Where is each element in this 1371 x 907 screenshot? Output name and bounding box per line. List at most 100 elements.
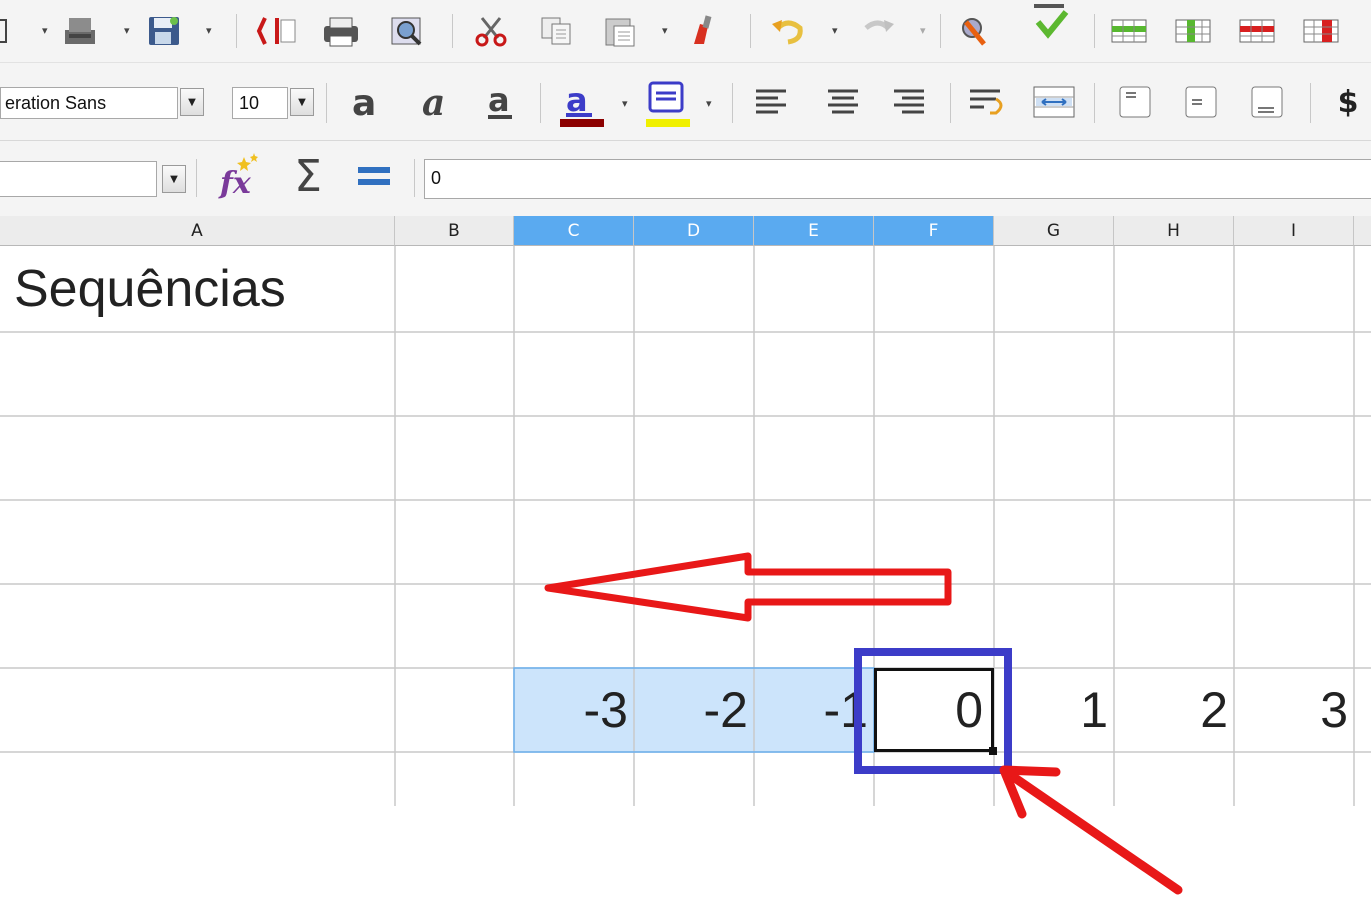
align-top-icon[interactable] <box>1112 81 1160 123</box>
font-size-value: 10 <box>239 93 260 113</box>
currency-icon[interactable]: $ <box>1330 81 1366 123</box>
separator <box>236 14 237 48</box>
undo-icon[interactable] <box>768 14 810 48</box>
column-label: B <box>448 220 460 241</box>
svg-text:a: a <box>352 83 376 123</box>
column-label: H <box>1167 220 1180 241</box>
column-label: A <box>191 220 203 241</box>
wrap-text-icon[interactable] <box>964 81 1012 123</box>
cell-c6[interactable]: -3 <box>514 668 634 752</box>
separator <box>540 83 541 123</box>
redo-icon[interactable] <box>856 14 898 48</box>
svg-text:a: a <box>422 82 445 123</box>
fill-handle[interactable] <box>989 747 997 755</box>
column-header-f[interactable]: F <box>874 216 994 246</box>
column-header-j[interactable] <box>1354 216 1371 246</box>
standard-toolbar: ▾ ▾ ▾ ▾ ▾ ▾ <box>0 0 1371 62</box>
paste-dropdown-arrow[interactable]: ▾ <box>662 24 668 37</box>
column-header-i[interactable]: I <box>1234 216 1354 246</box>
spelling-icon[interactable] <box>954 14 996 48</box>
column-label: D <box>686 220 701 241</box>
cell-h6[interactable]: 2 <box>1114 668 1234 752</box>
font-name-value: eration Sans <box>5 93 107 113</box>
font-name-dropdown[interactable]: ▼ <box>180 88 204 116</box>
undo-dropdown-arrow[interactable]: ▾ <box>832 24 838 37</box>
cell-d6[interactable]: -2 <box>634 668 754 752</box>
open-dropdown-arrow[interactable]: ▾ <box>124 24 130 37</box>
column-label: F <box>928 220 939 241</box>
column-label: C <box>567 220 580 241</box>
column-label: E <box>808 220 819 241</box>
column-header-c[interactable]: C <box>514 216 634 246</box>
name-box-dropdown[interactable]: ▼ <box>162 165 186 193</box>
copy-icon[interactable] <box>536 14 578 48</box>
column-label: I <box>1290 220 1296 241</box>
align-center-icon[interactable] <box>820 81 868 123</box>
background-color-icon[interactable] <box>642 77 694 129</box>
separator <box>414 159 415 197</box>
delete-columns-icon[interactable] <box>1300 14 1342 48</box>
font-size-dropdown[interactable]: ▼ <box>290 88 314 116</box>
redo-dropdown-arrow[interactable]: ▾ <box>920 24 926 37</box>
separator <box>1310 83 1311 123</box>
column-header-g[interactable]: G <box>994 216 1114 246</box>
print-preview-icon[interactable] <box>386 14 428 48</box>
svg-text:a: a <box>488 81 510 119</box>
column-header-h[interactable]: H <box>1114 216 1234 246</box>
insert-rows-icon[interactable] <box>1108 14 1150 48</box>
column-header-d[interactable]: D <box>634 216 754 246</box>
italic-icon[interactable]: a <box>414 81 462 123</box>
underline-icon[interactable]: a <box>480 81 528 123</box>
cut-icon[interactable] <box>470 14 512 48</box>
font-color-dropdown[interactable]: ▾ <box>622 97 628 110</box>
paste-icon[interactable] <box>600 14 642 48</box>
cell-f6[interactable]: 0 <box>874 668 994 752</box>
name-box[interactable] <box>0 161 157 197</box>
autospell-icon[interactable] <box>1024 0 1076 48</box>
separator <box>940 14 941 48</box>
new-dropdown-arrow[interactable]: ▾ <box>42 24 48 37</box>
formatting-toolbar: eration Sans ▼ 10 ▼ a a a a ▾ ▾ $ <box>0 62 1371 141</box>
new-document-icon[interactable] <box>0 18 12 44</box>
bold-icon[interactable]: a <box>346 81 394 123</box>
insert-columns-icon[interactable] <box>1172 14 1214 48</box>
align-right-icon[interactable] <box>886 81 934 123</box>
cell-i6[interactable]: 3 <box>1234 668 1354 752</box>
formula-icon[interactable] <box>350 151 402 201</box>
formula-input-value: 0 <box>431 168 442 188</box>
column-header-e[interactable]: E <box>754 216 874 246</box>
separator <box>950 83 951 123</box>
export-pdf-icon[interactable] <box>255 14 297 48</box>
save-icon[interactable] <box>146 14 182 48</box>
column-label: G <box>1046 220 1061 241</box>
formula-bar: ▼ fx Σ 0 <box>0 140 1371 217</box>
separator <box>1094 83 1095 123</box>
clone-formatting-icon[interactable] <box>680 14 722 48</box>
sum-icon[interactable]: Σ <box>282 151 334 202</box>
separator <box>326 83 327 123</box>
column-header-a[interactable]: A <box>0 216 395 246</box>
column-header-b[interactable]: B <box>395 216 514 246</box>
save-dropdown-arrow[interactable]: ▾ <box>206 24 212 37</box>
formula-input[interactable]: 0 <box>424 159 1371 199</box>
separator <box>196 159 197 197</box>
print-icon[interactable] <box>320 14 362 48</box>
separator <box>750 14 751 48</box>
open-icon[interactable] <box>62 14 98 48</box>
background-color-dropdown[interactable]: ▾ <box>706 97 712 110</box>
separator <box>1094 14 1095 48</box>
cell-e6[interactable]: -1 <box>754 668 874 752</box>
cell-g6[interactable]: 1 <box>994 668 1114 752</box>
cell-a1[interactable]: Sequências <box>0 246 395 332</box>
font-size-box[interactable]: 10 <box>232 87 288 119</box>
delete-rows-icon[interactable] <box>1236 14 1278 48</box>
separator <box>452 14 453 48</box>
align-left-icon[interactable] <box>748 81 796 123</box>
font-name-box[interactable]: eration Sans <box>0 87 178 119</box>
merge-cells-icon[interactable] <box>1030 81 1078 123</box>
separator <box>732 83 733 123</box>
align-middle-icon[interactable] <box>1178 81 1226 123</box>
font-color-icon[interactable]: a <box>556 77 608 129</box>
align-bottom-icon[interactable] <box>1244 81 1292 123</box>
function-wizard-icon[interactable]: fx <box>214 151 266 201</box>
